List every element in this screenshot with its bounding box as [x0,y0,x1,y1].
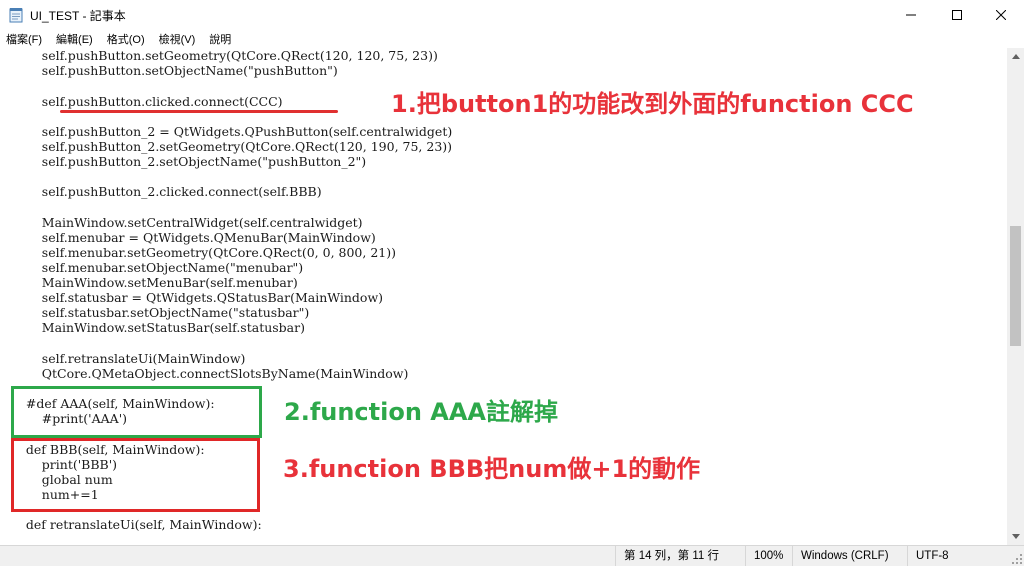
scroll-up-button[interactable] [1007,48,1024,65]
code-line: self.statusbar = QtWidgets.QStatusBar(Ma… [10,290,384,305]
close-icon [996,10,1006,20]
close-button[interactable] [978,0,1024,30]
chevron-up-icon [1011,54,1020,59]
annotation-box-green [11,386,262,438]
code-line: self.pushButton.setObjectName("pushButto… [10,63,338,78]
code-line: self.pushButton.clicked.connect(CCC) [10,94,283,109]
code-line: self.menubar = QtWidgets.QMenuBar(MainWi… [10,230,376,245]
code-line: MainWindow.setCentralWidget(self.central… [10,215,363,230]
highlight-underline [60,110,338,113]
notepad-icon [9,8,23,23]
maximize-button[interactable] [934,0,980,30]
annotation-box-red [11,438,260,512]
code-line: self.pushButton.setGeometry(QtCore.QRect… [10,48,438,63]
code-line: self.pushButton_2.setGeometry(QtCore.QRe… [10,139,453,154]
menu-format[interactable]: 格式(O) [107,31,145,47]
code-line: self.retranslateUi(MainWindow) [10,351,246,366]
menu-bar: 檔案(F) 編輯(E) 格式(O) 檢視(V) 說明 [0,30,1024,48]
menu-help[interactable]: 說明 [209,31,231,47]
scrollbar-thumb[interactable] [1010,226,1021,346]
code-line: MainWindow.setMenuBar(self.menubar) [10,275,298,290]
minimize-icon [906,14,916,16]
code-line: MainWindow.setStatusBar(self.statusbar) [10,320,305,335]
window-title: UI_TEST - 記事本 [30,9,126,23]
code-line: self.statusbar.setObjectName("statusbar"… [10,305,310,320]
status-bar: 第 14 列，第 11 行 100% Windows (CRLF) UTF-8 [0,545,1024,566]
code-line: self.pushButton_2 = QtWidgets.QPushButto… [10,124,453,139]
code-line: self.pushButton_2.setObjectName("pushBut… [10,154,367,169]
menu-file[interactable]: 檔案(F) [6,31,42,47]
annotation-3: 3.function BBB把num做+1的動作 [283,455,701,483]
annotation-1: 1.把button1的功能改到外面的function CCC [391,90,914,118]
line-ending: Windows (CRLF) [792,546,907,566]
vertical-scrollbar[interactable] [1007,48,1024,545]
code-line: QtCore.QMetaObject.connectSlotsByName(Ma… [10,366,409,381]
menu-edit[interactable]: 編輯(E) [56,31,93,47]
code-line: self.menubar.setGeometry(QtCore.QRect(0,… [10,245,396,260]
cursor-position: 第 14 列，第 11 行 [615,546,745,566]
code-line: def retranslateUi(self, MainWindow): [10,517,262,532]
code-line: self.menubar.setObjectName("menubar") [10,260,304,275]
resize-grip-icon[interactable] [1012,554,1022,564]
maximize-icon [952,10,962,20]
menu-view[interactable]: 檢視(V) [159,31,196,47]
minimize-button[interactable] [888,0,934,30]
annotation-2: 2.function AAA註解掉 [284,398,559,426]
zoom-level: 100% [745,546,792,566]
encoding: UTF-8 [907,546,1011,566]
chevron-down-icon [1011,534,1020,539]
title-bar: UI_TEST - 記事本 [0,0,1024,30]
scroll-down-button[interactable] [1007,528,1024,545]
code-line: self.pushButton_2.clicked.connect(self.B… [10,184,322,199]
